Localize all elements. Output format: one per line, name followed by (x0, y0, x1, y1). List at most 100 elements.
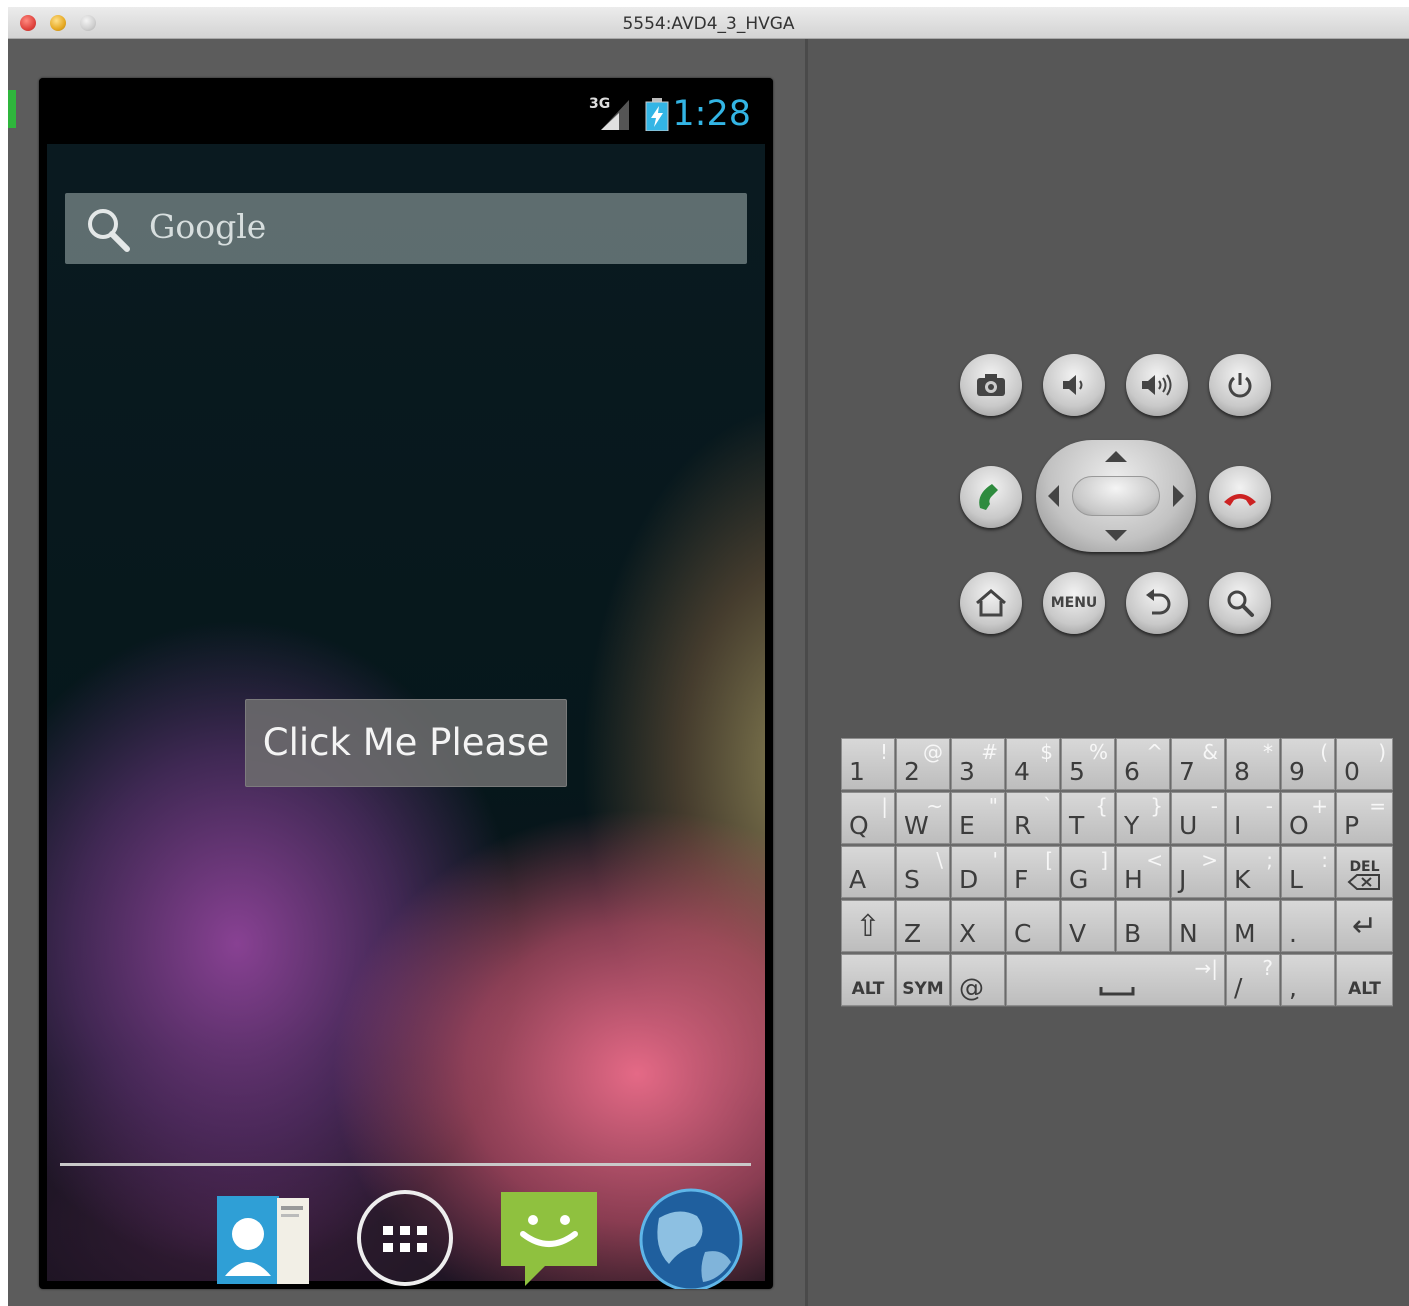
key-m[interactable]: M (1226, 900, 1280, 952)
battery-icon (645, 98, 669, 132)
key-p[interactable]: P = (1336, 792, 1393, 844)
key-label: SYM (902, 979, 944, 999)
key-[interactable]: . (1281, 900, 1335, 952)
key-f[interactable]: F[ (1006, 846, 1060, 898)
dpad[interactable] (1036, 440, 1196, 552)
key-alt-label: ! (879, 740, 888, 764)
key-del[interactable]: DEL (1336, 846, 1393, 898)
key-label: U (1179, 811, 1198, 840)
key-4[interactable]: 4 $ (1006, 738, 1060, 790)
key-w[interactable]: W ~ (896, 792, 950, 844)
key-v[interactable]: V (1061, 900, 1115, 952)
key-label: 3 (959, 757, 975, 786)
key-alt-label: } (1150, 794, 1163, 818)
key-label: I (1234, 811, 1242, 840)
key-d[interactable]: D ' (951, 846, 1005, 898)
key-e[interactable]: E " (951, 792, 1005, 844)
key-z[interactable]: Z (896, 900, 950, 952)
key-t[interactable]: T{ (1061, 792, 1115, 844)
key-k[interactable]: K; (1226, 846, 1280, 898)
power-button[interactable] (1209, 354, 1271, 416)
key-label: N (1179, 919, 1198, 948)
search-button[interactable] (1209, 572, 1271, 634)
volume-up-button[interactable] (1126, 354, 1188, 416)
browser-icon[interactable] (639, 1188, 743, 1289)
key-label: 2 (904, 757, 920, 786)
key-s[interactable]: S \ (896, 846, 950, 898)
key-alt-label: > (1201, 848, 1218, 872)
key-[interactable]: ⇧ (841, 900, 895, 952)
key-2[interactable]: 2 @ (896, 738, 950, 790)
key-i[interactable]: I- (1226, 792, 1280, 844)
menu-button[interactable]: MENU (1043, 572, 1105, 634)
google-search-bar[interactable]: Google (65, 193, 747, 264)
key-alt-label: @ (923, 740, 943, 764)
key-q[interactable]: Q | (841, 792, 895, 844)
key-label: ALT (1348, 979, 1381, 999)
key-c[interactable]: C (1006, 900, 1060, 952)
key-5[interactable]: 5% (1061, 738, 1115, 790)
back-button[interactable] (1126, 572, 1188, 634)
call-button[interactable] (960, 466, 1022, 528)
key-label: F (1014, 865, 1029, 894)
key-comma[interactable]: , (1281, 954, 1335, 1006)
key-label: S (904, 865, 920, 894)
contacts-icon[interactable] (215, 1188, 315, 1288)
key-x[interactable]: X (951, 900, 1005, 952)
dpad-right-icon[interactable] (1173, 485, 1184, 507)
key-label: / (1234, 973, 1243, 1002)
key-j[interactable]: J > (1171, 846, 1225, 898)
key-label: Y (1124, 811, 1140, 840)
key-alt-right[interactable]: ALT (1336, 954, 1393, 1006)
key-0[interactable]: 0) (1336, 738, 1393, 790)
phone-screen[interactable]: 3G 1:28 Google Click Me Please (39, 78, 773, 1289)
key-8[interactable]: 8 * (1226, 738, 1280, 790)
end-call-button[interactable] (1209, 466, 1271, 528)
search-icon (1227, 590, 1254, 617)
key-l[interactable]: L: (1281, 846, 1335, 898)
key-g[interactable]: G] (1061, 846, 1115, 898)
key-alt-left[interactable]: ALT (841, 954, 895, 1006)
volume-down-icon (1063, 375, 1083, 395)
key-label: A (849, 865, 867, 894)
click-me-button[interactable]: Click Me Please (245, 699, 567, 787)
key-h[interactable]: H < (1116, 846, 1170, 898)
dpad-down-icon[interactable] (1105, 530, 1127, 541)
key-alt-label: % (1088, 740, 1108, 764)
key-label: O (1289, 811, 1309, 840)
key-7[interactable]: 7 & (1171, 738, 1225, 790)
key-o[interactable]: O + (1281, 792, 1335, 844)
key-9[interactable]: 9( (1281, 738, 1335, 790)
dpad-left-icon[interactable] (1048, 485, 1059, 507)
key-label: X (959, 919, 977, 948)
home-button[interactable] (960, 572, 1022, 634)
key-u[interactable]: U- (1171, 792, 1225, 844)
dpad-up-icon[interactable] (1105, 451, 1127, 462)
key-6[interactable]: 6 ^ (1116, 738, 1170, 790)
key-n[interactable]: N (1171, 900, 1225, 952)
key-1[interactable]: 1! (841, 738, 895, 790)
key-label: 1 (849, 757, 865, 786)
phone-call-icon (979, 484, 998, 510)
key-label: 7 (1179, 757, 1195, 786)
camera-button[interactable] (960, 354, 1022, 416)
key-slash[interactable]: / ? (1226, 954, 1280, 1006)
volume-down-button[interactable] (1043, 354, 1105, 416)
key-at[interactable]: @ (951, 954, 1005, 1006)
device-area: 3G 1:28 Google Click Me Please (8, 39, 805, 1306)
key-a[interactable]: A (841, 846, 895, 898)
key-b[interactable]: B (1116, 900, 1170, 952)
key-[interactable]: ↵ (1336, 900, 1393, 952)
key-alt-label: + (1311, 794, 1328, 818)
home-icon (976, 589, 1006, 617)
key-y[interactable]: Y} (1116, 792, 1170, 844)
messaging-icon[interactable] (499, 1188, 599, 1288)
key-r[interactable]: R ` (1006, 792, 1060, 844)
key-sym[interactable]: SYM (896, 954, 950, 1006)
key-label: P (1344, 811, 1360, 840)
key-space[interactable]: →| (1006, 954, 1225, 1006)
key-alt-label: ^ (1146, 740, 1163, 764)
all-apps-icon[interactable] (355, 1188, 455, 1288)
key-3[interactable]: 3 # (951, 738, 1005, 790)
dpad-center-button[interactable] (1072, 476, 1160, 516)
